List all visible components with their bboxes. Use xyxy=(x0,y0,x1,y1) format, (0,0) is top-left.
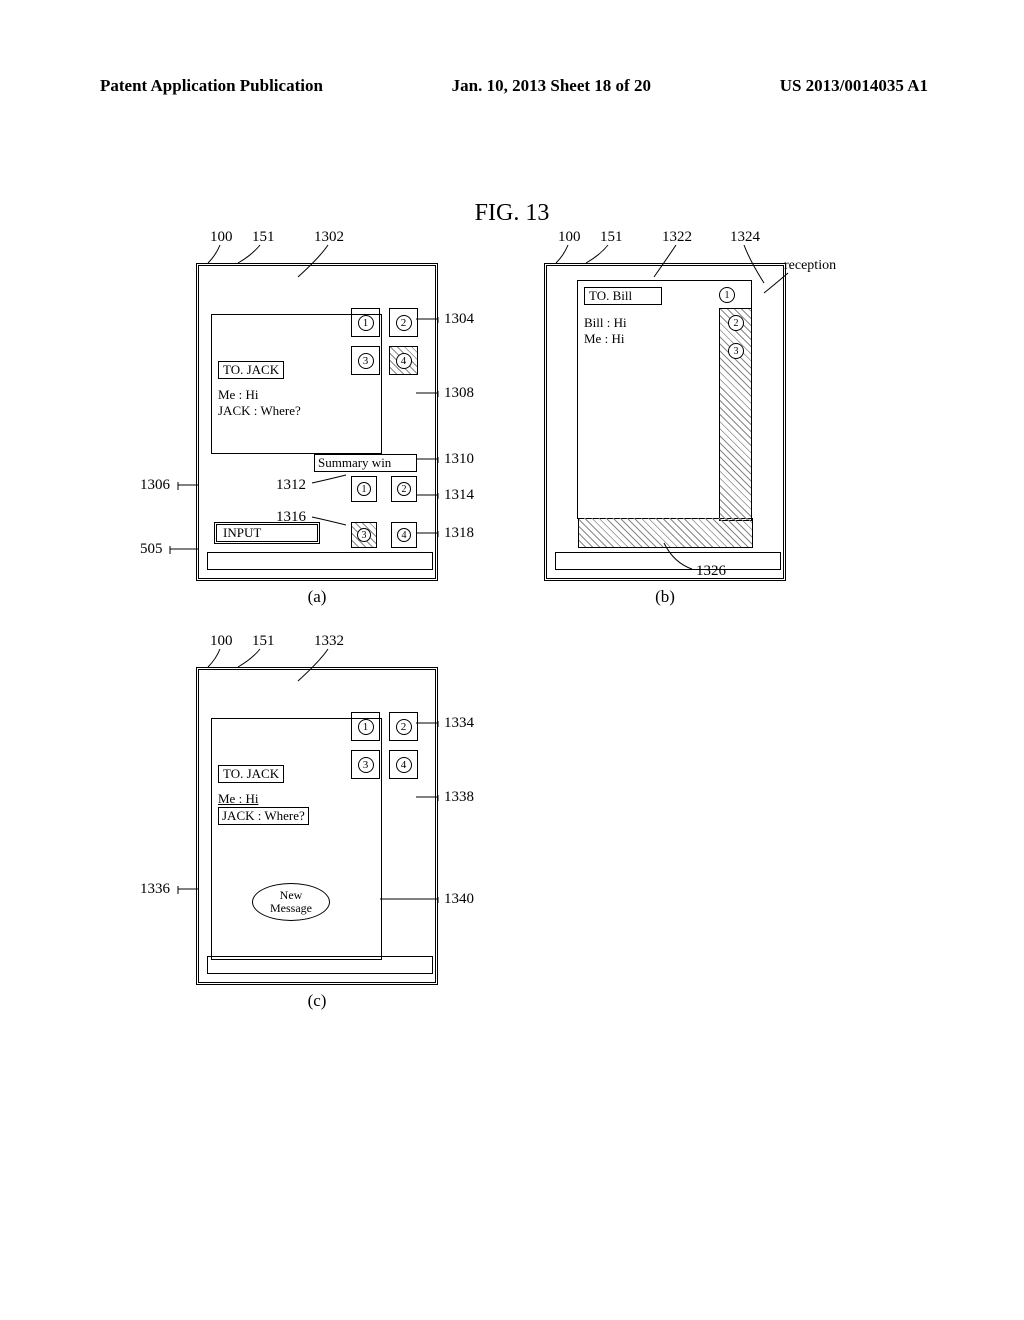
sub-label-a: (a) xyxy=(196,587,438,607)
msg-c-1: Me : Hi xyxy=(218,791,258,807)
msg-line: JACK : Where? xyxy=(218,403,301,419)
svg-text:100: 100 xyxy=(210,633,233,649)
to-field-b: TO. Bill xyxy=(584,287,662,305)
svg-text:1310: 1310 xyxy=(444,451,474,467)
pub-number: US 2013/0014035 A1 xyxy=(780,76,928,96)
svg-text:reception: reception xyxy=(784,258,836,273)
right-strip-b: 2 3 xyxy=(719,308,752,521)
svg-text:1322: 1322 xyxy=(662,229,692,245)
main-chat-c: TO. JACK Me : Hi JACK : Where? New Messa… xyxy=(211,718,382,960)
bottom-lead-b: 1326 xyxy=(644,543,764,593)
svg-text:1308: 1308 xyxy=(444,385,474,401)
right-leads-c: 1334 1338 1340 xyxy=(416,667,496,985)
b-circ-3: 3 xyxy=(728,343,744,359)
svg-text:1332: 1332 xyxy=(314,633,344,649)
left-leads-a: 1306 505 xyxy=(140,263,200,581)
page-header: Patent Application Publication Jan. 10, … xyxy=(0,0,1024,96)
msg-c-2: JACK : Where? xyxy=(218,807,309,825)
msg-line: Me : Hi xyxy=(584,331,627,347)
sub-label-c: (c) xyxy=(196,991,438,1011)
main-chat-b: TO. Bill 1 Bill : Hi Me : Hi 2 3 xyxy=(577,280,752,519)
device-frame-b: TO. Bill 1 Bill : Hi Me : Hi 2 3 xyxy=(544,263,786,581)
badge-4: 4 xyxy=(389,346,418,375)
summary-badge-2: 2 xyxy=(391,476,417,502)
ref-100: 100 xyxy=(210,229,233,245)
svg-text:1340: 1340 xyxy=(444,891,474,907)
svg-text:1326: 1326 xyxy=(696,563,727,579)
ref-1302: 1302 xyxy=(314,229,344,245)
top-leads-a: 100 151 1302 xyxy=(196,229,438,263)
svg-text:1334: 1334 xyxy=(444,715,475,731)
messages-a: Me : Hi JACK : Where? xyxy=(218,387,301,418)
svg-text:1338: 1338 xyxy=(444,789,474,805)
svg-text:100: 100 xyxy=(558,229,581,245)
bottom-strip-c xyxy=(207,956,433,974)
badge-c-2: 2 xyxy=(389,712,418,741)
to-field-a: TO. JACK xyxy=(218,361,284,379)
ref-151: 151 xyxy=(252,229,275,245)
b-circ-2: 2 xyxy=(728,315,744,331)
badge-2: 2 xyxy=(389,308,418,337)
svg-text:1314: 1314 xyxy=(444,487,475,503)
bottom-strip-a xyxy=(207,552,433,570)
svg-text:1316: 1316 xyxy=(276,509,307,525)
main-chat-a: TO. JACK Me : Hi JACK : Where? xyxy=(211,314,382,454)
svg-text:1304: 1304 xyxy=(444,311,475,327)
device-frame-c: 1 2 3 4 TO. JACK Me : Hi JACK : Where? N… xyxy=(196,667,438,985)
figure-title: FIG. 13 xyxy=(0,200,1024,227)
inner-leads-a: 1312 1316 xyxy=(276,463,366,543)
b-circ-1: 1 xyxy=(719,287,735,303)
new-message-oval: New Message xyxy=(252,883,330,921)
svg-text:1306: 1306 xyxy=(140,477,171,493)
msg-line: Me : Hi xyxy=(218,387,301,403)
svg-text:151: 151 xyxy=(252,633,275,649)
right-leads-a: 1304 1308 1310 1314 1318 xyxy=(416,263,496,581)
messages-b: Bill : Hi Me : Hi xyxy=(584,315,627,346)
panel-c: 100 151 1332 1 2 3 4 TO. JACK Me : Hi JA… xyxy=(196,667,438,1011)
badge-c-4: 4 xyxy=(389,750,418,779)
svg-text:1318: 1318 xyxy=(444,525,474,541)
date-sheet: Jan. 10, 2013 Sheet 18 of 20 xyxy=(452,76,651,96)
svg-text:1312: 1312 xyxy=(276,477,306,493)
panel-a: 100 151 1302 1 2 3 4 TO. JACK Me : Hi JA… xyxy=(196,263,438,607)
summary-badge-4: 4 xyxy=(391,522,417,548)
svg-text:1336: 1336 xyxy=(140,881,171,897)
msg-line: Bill : Hi xyxy=(584,315,627,331)
svg-text:1324: 1324 xyxy=(730,229,761,245)
left-leads-c: 1336 xyxy=(140,667,200,985)
svg-text:505: 505 xyxy=(140,541,163,557)
panel-b: 100 151 1322 1324 reception TO. Bill 1 B… xyxy=(544,263,786,607)
pub-type: Patent Application Publication xyxy=(100,76,323,96)
svg-text:151: 151 xyxy=(600,229,623,245)
to-field-c: TO. JACK xyxy=(218,765,284,783)
top-leads-c: 100 151 1332 xyxy=(196,633,438,667)
